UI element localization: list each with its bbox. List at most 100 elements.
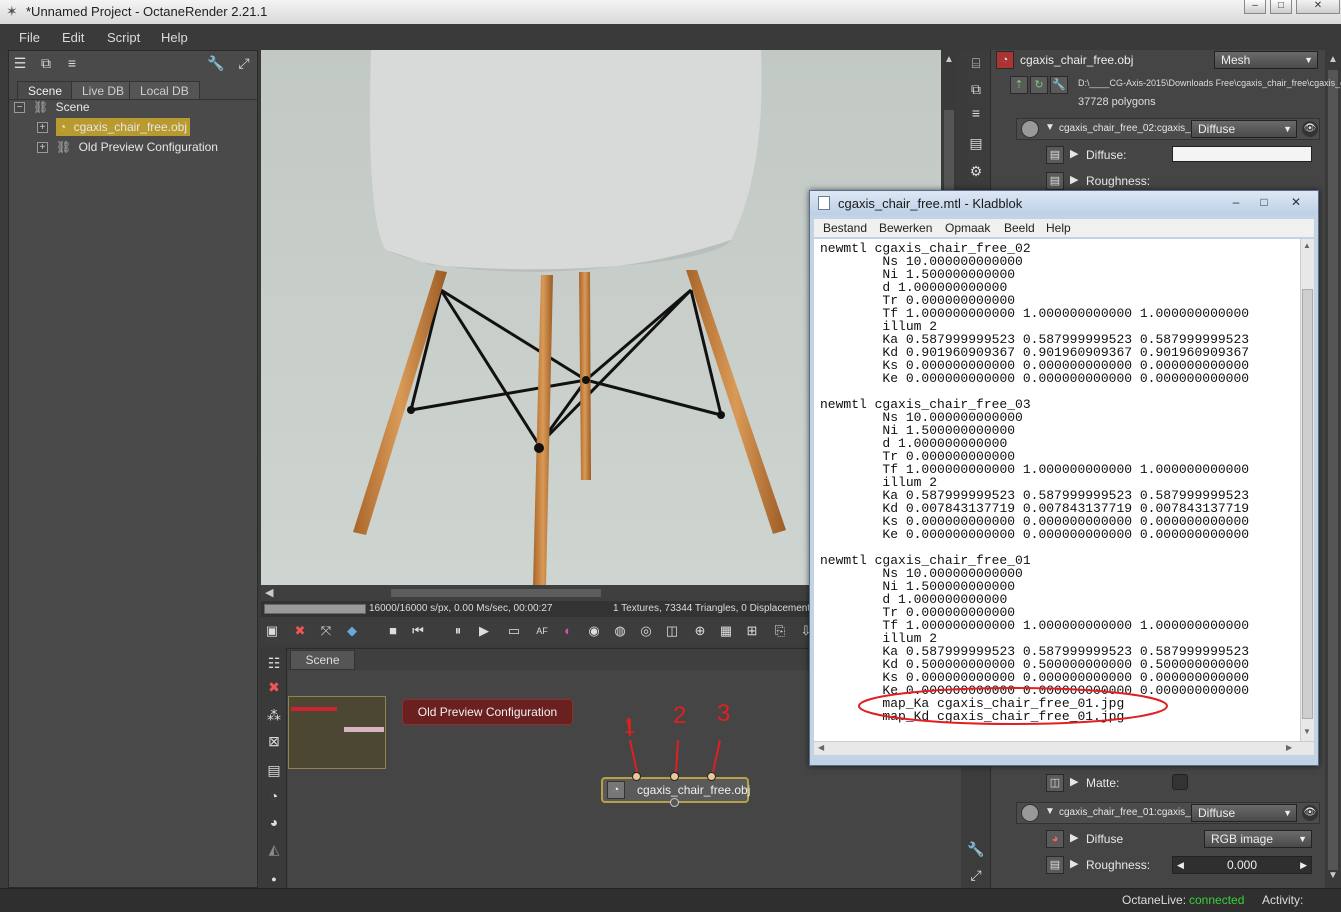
np-scroll-up-icon[interactable]: ▲	[1303, 241, 1311, 250]
graph-camera-icon[interactable]: ◭	[265, 840, 283, 858]
notepad-vertical-scrollbar[interactable]: ▲ ▼	[1300, 239, 1314, 741]
inspector-settings-icon[interactable]: ⚙	[967, 162, 985, 180]
inspector-camera-icon[interactable]: ⌸	[967, 54, 985, 72]
scroll-left-icon[interactable]: ◀	[265, 586, 273, 599]
reload-mesh-icon[interactable]: ⇡	[1010, 76, 1028, 94]
screenshot-icon[interactable]: ▣	[263, 622, 281, 640]
zoom-icon[interactable]: ⊕	[691, 622, 709, 640]
graph-image-icon[interactable]: ▤	[265, 761, 283, 779]
grid-icon[interactable]: ▦	[717, 622, 735, 640]
object-picker-icon[interactable]: ◍	[611, 622, 629, 640]
tab-scene[interactable]: Scene	[17, 81, 74, 99]
notepad-horizontal-scrollbar[interactable]: ◀ ▶	[814, 741, 1314, 755]
outliner-list-icon[interactable]: ☰	[11, 54, 29, 72]
notepad-menu-bestand[interactable]: Bestand	[823, 221, 867, 235]
material-pin-1-header[interactable]: ▼ cgaxis_chair_free_02:cgaxis_chair_... …	[1016, 118, 1320, 140]
refresh-icon[interactable]: ↻	[1030, 76, 1048, 94]
np-scroll-down-icon[interactable]: ▼	[1303, 727, 1311, 736]
node-old-preview-configuration[interactable]: Old Preview Configuration	[402, 699, 573, 725]
visibility-icon[interactable]: 👁	[1302, 121, 1318, 137]
material-picker-icon[interactable]: ◉	[585, 622, 603, 640]
fit-icon[interactable]: ⤧	[317, 622, 335, 640]
expand-arrow-icon[interactable]: ▶	[1070, 857, 1078, 870]
inspector-collapse-icon[interactable]: ≡	[967, 104, 985, 122]
np-scroll-right-icon[interactable]: ▶	[1286, 743, 1292, 752]
lock-icon[interactable]: ⊞	[743, 622, 761, 640]
graph-dot-icon[interactable]: ●	[265, 870, 283, 888]
visibility-icon[interactable]: 👁	[1302, 805, 1318, 821]
notepad-menu-bewerken[interactable]: Bewerken	[879, 221, 932, 235]
decrement-icon[interactable]: ◀	[1177, 857, 1184, 873]
image-texture-icon[interactable]: ◕	[1046, 830, 1064, 848]
tab-local-db[interactable]: Local DB	[129, 81, 200, 99]
texture-icon[interactable]: ▤	[1046, 856, 1064, 874]
tree-item-mesh[interactable]: ◔ cgaxis_chair_free.obj	[56, 118, 190, 136]
mesh-output-pin[interactable]	[670, 798, 679, 807]
inspector-scroll-up-icon[interactable]: ▲	[1328, 54, 1338, 65]
notepad-title-bar[interactable]: cgaxis_chair_free.mtl - Kladblok – □ ✕	[810, 191, 1318, 215]
collapse-arrow-icon[interactable]: ▼	[1045, 806, 1055, 817]
notepad-menu-help[interactable]: Help	[1046, 221, 1071, 235]
monitor-icon[interactable]: ▭	[505, 622, 523, 640]
tree-collapse-scene[interactable]: −	[14, 102, 25, 113]
inspector-scrollbar[interactable]: ▲ ▼	[1325, 50, 1341, 888]
np-scroll-left-icon[interactable]: ◀	[818, 743, 824, 752]
inspector-wrench-icon[interactable]: 🔧	[967, 840, 985, 858]
stop-icon[interactable]: ■	[384, 622, 402, 640]
maximize-button[interactable]: □	[1270, 0, 1292, 14]
scroll-up-icon[interactable]: ▲	[944, 54, 954, 65]
diffuse-color-swatch[interactable]	[1172, 146, 1312, 162]
notepad-minimize-button[interactable]: –	[1222, 193, 1250, 211]
minimize-button[interactable]: –	[1244, 0, 1266, 14]
menu-edit[interactable]: Edit	[62, 30, 84, 45]
focus-picker-icon[interactable]: ◎	[637, 622, 655, 640]
material-2-type-dropdown[interactable]: Diffuse ▼	[1191, 804, 1297, 822]
tab-node-graph-scene[interactable]: Scene	[290, 650, 355, 670]
notepad-menu-opmaak[interactable]: Opmaak	[945, 221, 990, 235]
graph-arrange-icon[interactable]: ⁂	[265, 706, 283, 724]
inspector-stack-icon[interactable]: ⧉	[967, 80, 985, 98]
mesh-settings-icon[interactable]: 🔧	[1050, 76, 1068, 94]
notepad-text-area[interactable]: newmtl cgaxis_chair_free_02 Ns 10.000000…	[814, 239, 1300, 741]
graph-delete-icon[interactable]: ✖	[265, 678, 283, 696]
inspector-scroll-down-icon[interactable]: ▼	[1328, 870, 1338, 881]
play-icon[interactable]: ▶	[475, 622, 493, 640]
graph-material-icon[interactable]: ◔	[265, 787, 283, 805]
collapse-all-icon[interactable]: ≡	[63, 54, 81, 72]
af-icon[interactable]: AF	[533, 622, 551, 640]
material-1-type-dropdown[interactable]: Diffuse ▼	[1191, 120, 1297, 138]
tab-live-db[interactable]: Live DB	[71, 81, 136, 99]
np-scroll-thumb[interactable]	[1302, 289, 1313, 719]
notepad-close-button[interactable]: ✕	[1278, 193, 1314, 211]
node-graph-minimap[interactable]	[288, 696, 386, 769]
graph-list-icon[interactable]: ☷	[265, 654, 283, 672]
inspector-scroll-thumb[interactable]	[1328, 70, 1338, 870]
close-button[interactable]: ✕	[1296, 0, 1340, 14]
notepad-maximize-button[interactable]: □	[1250, 193, 1278, 211]
matte-checkbox[interactable]	[1172, 774, 1188, 790]
tree-expand-mesh[interactable]: +	[37, 122, 48, 133]
texture-icon[interactable]: ▤	[1046, 146, 1064, 164]
menu-script[interactable]: Script	[107, 30, 140, 45]
expand-arrow-icon[interactable]: ▶	[1070, 775, 1078, 788]
material-pin-2-header[interactable]: ▼ cgaxis_chair_free_01:cgaxis_chair_... …	[1016, 802, 1320, 824]
fullscreen-icon[interactable]: ⤢	[235, 54, 253, 72]
menu-help[interactable]: Help	[161, 30, 188, 45]
expand-arrow-icon[interactable]: ▶	[1070, 147, 1078, 160]
texture-icon[interactable]: ▤	[1046, 172, 1064, 190]
tree-item-scene[interactable]: ⛓ Scene	[33, 98, 90, 116]
node-type-dropdown[interactable]: Mesh ▼	[1214, 51, 1318, 69]
graph-fit-icon[interactable]: ⊠	[265, 732, 283, 750]
cube-icon[interactable]: ◆	[343, 622, 361, 640]
increment-icon[interactable]: ▶	[1300, 857, 1307, 873]
inspector-image-icon[interactable]: ▤	[967, 134, 985, 152]
tree-item-preview-config[interactable]: ⛓ Old Preview Configuration	[56, 138, 218, 156]
hscroll-thumb[interactable]	[391, 589, 601, 597]
expand-arrow-icon[interactable]: ▶	[1070, 173, 1078, 186]
copy-icon[interactable]: ⎘	[771, 622, 789, 640]
collapse-arrow-icon[interactable]: ▼	[1045, 122, 1055, 133]
pause-icon[interactable]: ⏸	[449, 622, 467, 640]
color-picker-icon[interactable]: ◐	[559, 622, 577, 640]
inspector-fullscreen-icon[interactable]: ⤢	[967, 866, 985, 884]
restart-icon[interactable]: ⏮	[409, 622, 427, 640]
